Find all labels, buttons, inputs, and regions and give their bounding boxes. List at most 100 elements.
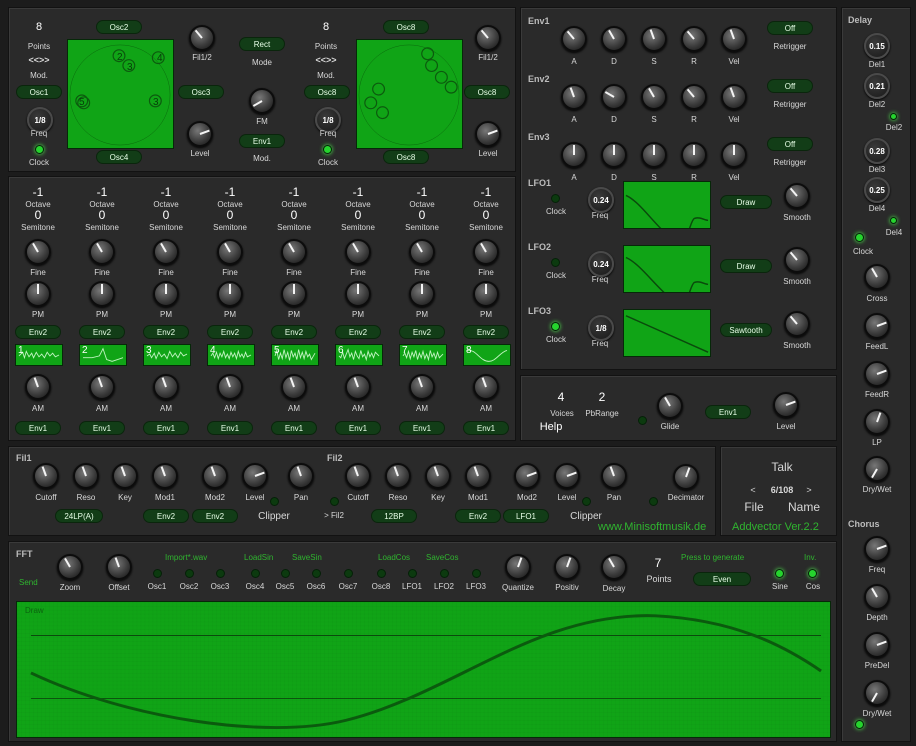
help-link[interactable]: Help [540, 421, 563, 433]
website-link[interactable]: www.Minisoftmusik.de [598, 521, 706, 533]
fft-source-led[interactable] [472, 569, 481, 578]
fine-knob[interactable] [89, 239, 115, 265]
feedr-knob[interactable] [864, 361, 890, 387]
lfo-draw-display[interactable] [623, 181, 711, 229]
fine-knob[interactable] [153, 239, 179, 265]
octave-value[interactable]: -1 [161, 185, 172, 199]
mod-env-button[interactable]: Env1 [239, 134, 285, 148]
lfo-draw-display[interactable] [623, 245, 711, 293]
quantize-knob[interactable] [505, 554, 531, 580]
semitone-value[interactable]: 0 [419, 208, 426, 222]
fine-knob[interactable] [409, 239, 435, 265]
del1-knob[interactable]: 0.15 [864, 33, 890, 59]
octave-value[interactable]: -1 [97, 185, 108, 199]
pm-knob[interactable] [473, 281, 499, 307]
decay-knob[interactable] [601, 554, 627, 580]
env-knob[interactable] [681, 84, 707, 110]
del2-led[interactable] [890, 113, 897, 120]
waveform-display[interactable]: 8 [463, 344, 511, 366]
import-wav-button[interactable]: Import*.wav [165, 553, 207, 562]
delay-clock-led[interactable] [855, 233, 864, 242]
octave-value[interactable]: -1 [353, 185, 364, 199]
vector-right-button-right[interactable]: Osc8 [464, 85, 510, 99]
lfo-shape-button[interactable]: Draw [720, 195, 772, 209]
am-env-button[interactable]: Env1 [463, 421, 509, 435]
fil2-level-knob[interactable] [554, 463, 580, 489]
env-knob[interactable] [601, 84, 627, 110]
semitone-value[interactable]: 0 [227, 208, 234, 222]
lfo-freq-knob[interactable]: 0.24 [588, 187, 614, 213]
am-env-button[interactable]: Env1 [207, 421, 253, 435]
env-knob[interactable] [561, 26, 587, 52]
fil1-reso-knob[interactable] [73, 463, 99, 489]
fft-source-led[interactable] [153, 569, 162, 578]
pm-knob[interactable] [217, 281, 243, 307]
pm-knob[interactable] [345, 281, 371, 307]
env-button[interactable]: Env2 [335, 325, 381, 339]
pm-knob[interactable] [409, 281, 435, 307]
vector-top-button-left[interactable]: Osc2 [96, 20, 142, 34]
env-knob[interactable] [681, 142, 707, 168]
fil2-type-button[interactable]: 12BP [371, 509, 417, 523]
preset-prev[interactable]: < [750, 485, 755, 495]
fil2-mod1-knob[interactable] [465, 463, 491, 489]
env-button[interactable]: Env2 [207, 325, 253, 339]
pm-knob[interactable] [153, 281, 179, 307]
env-button[interactable]: Env2 [79, 325, 125, 339]
env-knob[interactable] [721, 84, 747, 110]
fil2-reso-knob[interactable] [385, 463, 411, 489]
to-fil2-led[interactable] [330, 497, 339, 506]
fil1-cutoff-knob[interactable] [33, 463, 59, 489]
fil1-level-knob[interactable] [242, 463, 268, 489]
pm-knob[interactable] [25, 281, 51, 307]
fil1-mod1-button[interactable]: Env2 [143, 509, 189, 523]
octave-value[interactable]: -1 [225, 185, 236, 199]
press-generate[interactable]: Press to generate [681, 553, 744, 562]
am-env-button[interactable]: Env1 [271, 421, 317, 435]
lfo-smooth-knob[interactable] [784, 183, 810, 209]
loadsin-button[interactable]: LoadSin [244, 553, 273, 562]
octave-value[interactable]: -1 [481, 185, 492, 199]
am-env-button[interactable]: Env1 [399, 421, 445, 435]
pm-knob[interactable] [89, 281, 115, 307]
env-button[interactable]: Env2 [463, 325, 509, 339]
semitone-value[interactable]: 0 [355, 208, 362, 222]
fil12-knob-left[interactable] [189, 25, 215, 51]
fil2-clipper-led[interactable] [582, 497, 591, 506]
fine-knob[interactable] [217, 239, 243, 265]
semitone-value[interactable]: 0 [35, 208, 42, 222]
lfo-smooth-knob[interactable] [784, 311, 810, 337]
points-nav-left[interactable]: <<>> [28, 55, 49, 65]
glide-led[interactable] [638, 416, 647, 425]
fine-knob[interactable] [281, 239, 307, 265]
env-knob[interactable] [601, 26, 627, 52]
env-button[interactable]: Env2 [399, 325, 445, 339]
env-button[interactable]: Env2 [143, 325, 189, 339]
am-knob[interactable] [25, 374, 51, 400]
fft-source-led[interactable] [408, 569, 417, 578]
fil2-cutoff-knob[interactable] [345, 463, 371, 489]
sine-led[interactable] [775, 569, 784, 578]
savesin-button[interactable]: SaveSin [292, 553, 322, 562]
mod-source-button-left[interactable]: Osc1 [16, 85, 62, 99]
fm-knob[interactable] [249, 88, 275, 114]
am-knob[interactable] [217, 374, 243, 400]
retrigger-button[interactable]: Off [767, 21, 813, 35]
chorus-drywet-knob[interactable] [864, 680, 890, 706]
octave-value[interactable]: -1 [289, 185, 300, 199]
lfo-draw-display[interactable] [623, 309, 711, 357]
vector-top-button-right[interactable]: Osc8 [383, 20, 429, 34]
glide-knob[interactable] [657, 393, 683, 419]
chorus-freq-knob[interactable] [864, 536, 890, 562]
octave-value[interactable]: -1 [417, 185, 428, 199]
fil2-pan-knob[interactable] [601, 463, 627, 489]
name-button[interactable]: Name [788, 500, 820, 514]
mod-source-button-right[interactable]: Osc8 [304, 85, 350, 99]
talk-button[interactable]: Talk [771, 460, 792, 474]
fil2-mod2-knob[interactable] [514, 463, 540, 489]
fft-source-led[interactable] [440, 569, 449, 578]
fil12-knob-right[interactable] [475, 25, 501, 51]
loadcos-button[interactable]: LoadCos [378, 553, 410, 562]
env-knob[interactable] [681, 26, 707, 52]
am-env-button[interactable]: Env1 [335, 421, 381, 435]
